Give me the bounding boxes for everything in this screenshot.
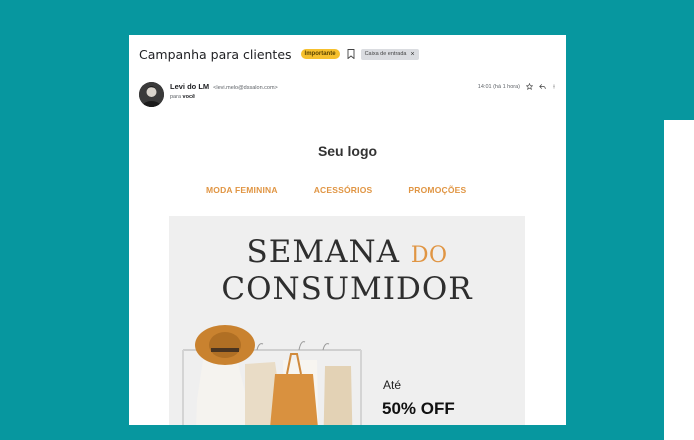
bookmark-icon[interactable] bbox=[347, 49, 355, 59]
inbox-label[interactable]: Caixa de entrada × bbox=[360, 48, 419, 60]
hero-title-accent: DO bbox=[410, 243, 448, 268]
sender-avatar[interactable] bbox=[139, 82, 164, 107]
important-label[interactable]: Importante bbox=[300, 49, 340, 59]
sender-info: Levi do LM <levi.melo@dssalon.com> para … bbox=[170, 82, 278, 100]
clothing-rack-image bbox=[182, 325, 362, 425]
recipient-prefix: para bbox=[170, 94, 182, 100]
hero-title-line2: CONSUMIDOR bbox=[221, 271, 473, 307]
sender-email: <levi.melo@dssalon.com> bbox=[213, 85, 278, 91]
recipient-line: para você bbox=[170, 94, 278, 100]
nav-link-moda-feminina[interactable]: MODA FEMININA bbox=[206, 185, 278, 195]
more-vert-icon[interactable] bbox=[552, 83, 556, 90]
reply-icon[interactable] bbox=[539, 83, 546, 90]
inbox-label-text: Caixa de entrada bbox=[364, 51, 407, 57]
promo-discount: 50% OFF bbox=[382, 399, 455, 418]
email-view: Campanha para clientes Importante Caixa … bbox=[129, 35, 566, 425]
nav-link-promocoes[interactable]: PROMOÇÕES bbox=[408, 185, 466, 195]
sender-name[interactable]: Levi do LM bbox=[170, 82, 209, 91]
timestamp: 14:01 (há 1 hora) bbox=[477, 83, 520, 90]
promo-prefix: Até bbox=[383, 378, 402, 392]
newsletter-logo: Seu logo bbox=[317, 143, 378, 159]
hero-banner[interactable]: SEMANA DO CONSUMIDOR Até 50% OFF bbox=[169, 216, 525, 425]
nav-link-acessorios[interactable]: ACESSÓRIOS bbox=[314, 185, 373, 195]
background-panel bbox=[664, 120, 694, 440]
star-icon[interactable] bbox=[526, 83, 533, 90]
message-actions: 14:01 (há 1 hora) bbox=[478, 83, 556, 90]
newsletter-nav: MODA FEMININA ACESSÓRIOS PROMOÇÕES bbox=[206, 185, 466, 195]
subject-row: Campanha para clientes Importante Caixa … bbox=[139, 45, 419, 63]
email-subject: Campanha para clientes bbox=[139, 46, 292, 62]
hero-title-line1: SEMANA DO bbox=[169, 234, 525, 270]
hero-title-word: SEMANA bbox=[246, 234, 400, 270]
remove-label-icon[interactable]: × bbox=[410, 51, 414, 58]
recipient-name: você bbox=[182, 94, 196, 100]
